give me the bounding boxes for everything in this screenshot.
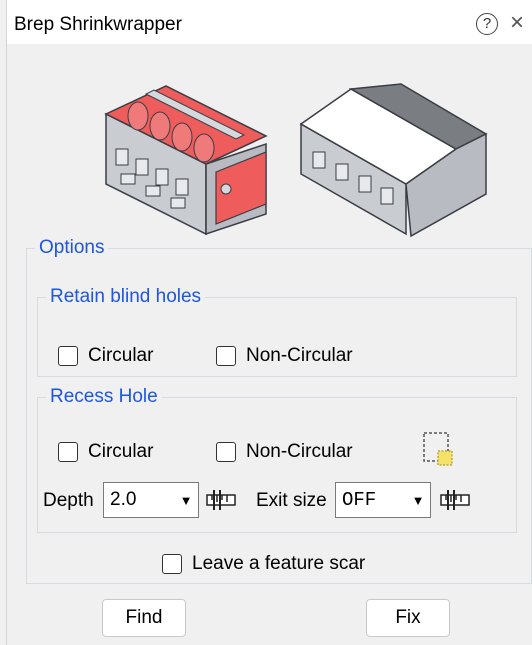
select-region-icon[interactable] <box>422 431 456 471</box>
retain-circular-checkbox[interactable] <box>58 346 78 366</box>
exit-size-value: OFF <box>342 489 377 511</box>
recess-non-circular-label: Non-Circular <box>246 441 353 462</box>
retain-circular-label: Circular <box>88 345 154 366</box>
fix-button[interactable]: Fix <box>366 599 450 637</box>
options-legend: Options <box>39 237 105 258</box>
engine-block-shrinkwrapped-preview <box>299 83 488 238</box>
title-bar[interactable]: Brep Shrinkwrapper ? × <box>0 0 532 44</box>
dialog-body: Options Retain blind holes Circular Non-… <box>16 44 532 645</box>
retain-blind-holes-legend: Retain blind holes <box>50 286 202 307</box>
chevron-down-icon[interactable]: ▼ <box>406 493 430 508</box>
recess-circular-checkbox[interactable] <box>58 442 78 462</box>
feature-scar-label: Leave a feature scar <box>192 553 366 574</box>
exit-size-label: Exit size <box>256 490 327 511</box>
depth-label: Depth <box>43 490 94 511</box>
recess-hole-group: Recess Hole Circular Non-Circular Depth … <box>37 387 517 533</box>
measure-exit-size-icon[interactable] <box>438 489 472 511</box>
feature-scar-option[interactable]: Leave a feature scar <box>162 553 365 575</box>
chevron-down-icon[interactable]: ▼ <box>174 493 198 508</box>
help-icon[interactable]: ? <box>476 13 498 35</box>
retain-non-circular-checkbox[interactable] <box>216 346 236 366</box>
retain-non-circular-option[interactable]: Non-Circular <box>216 345 353 367</box>
recess-circular-option[interactable]: Circular <box>58 441 153 463</box>
engine-block-highlighted-preview <box>104 85 268 236</box>
options-group: Options Retain blind holes Circular Non-… <box>26 238 532 584</box>
retain-blind-holes-group: Retain blind holes Circular Non-Circular <box>37 287 517 377</box>
depth-dropdown[interactable]: 2.0 ▼ <box>103 482 199 518</box>
recess-non-circular-option[interactable]: Non-Circular <box>216 441 353 463</box>
find-button[interactable]: Find <box>102 599 186 637</box>
close-icon[interactable]: × <box>510 9 524 37</box>
recess-hole-legend: Recess Hole <box>50 386 158 407</box>
retain-non-circular-label: Non-Circular <box>246 345 353 366</box>
retain-circular-option[interactable]: Circular <box>58 345 153 367</box>
window-title: Brep Shrinkwrapper <box>14 14 182 35</box>
feature-scar-checkbox[interactable] <box>162 554 182 574</box>
exit-size-dropdown[interactable]: OFF ▼ <box>335 482 431 518</box>
depth-value: 2.0 <box>110 489 137 510</box>
recess-circular-label: Circular <box>88 441 154 462</box>
recess-non-circular-checkbox[interactable] <box>216 442 236 462</box>
measure-depth-icon[interactable] <box>204 489 238 511</box>
window-frame-edge <box>0 0 7 645</box>
